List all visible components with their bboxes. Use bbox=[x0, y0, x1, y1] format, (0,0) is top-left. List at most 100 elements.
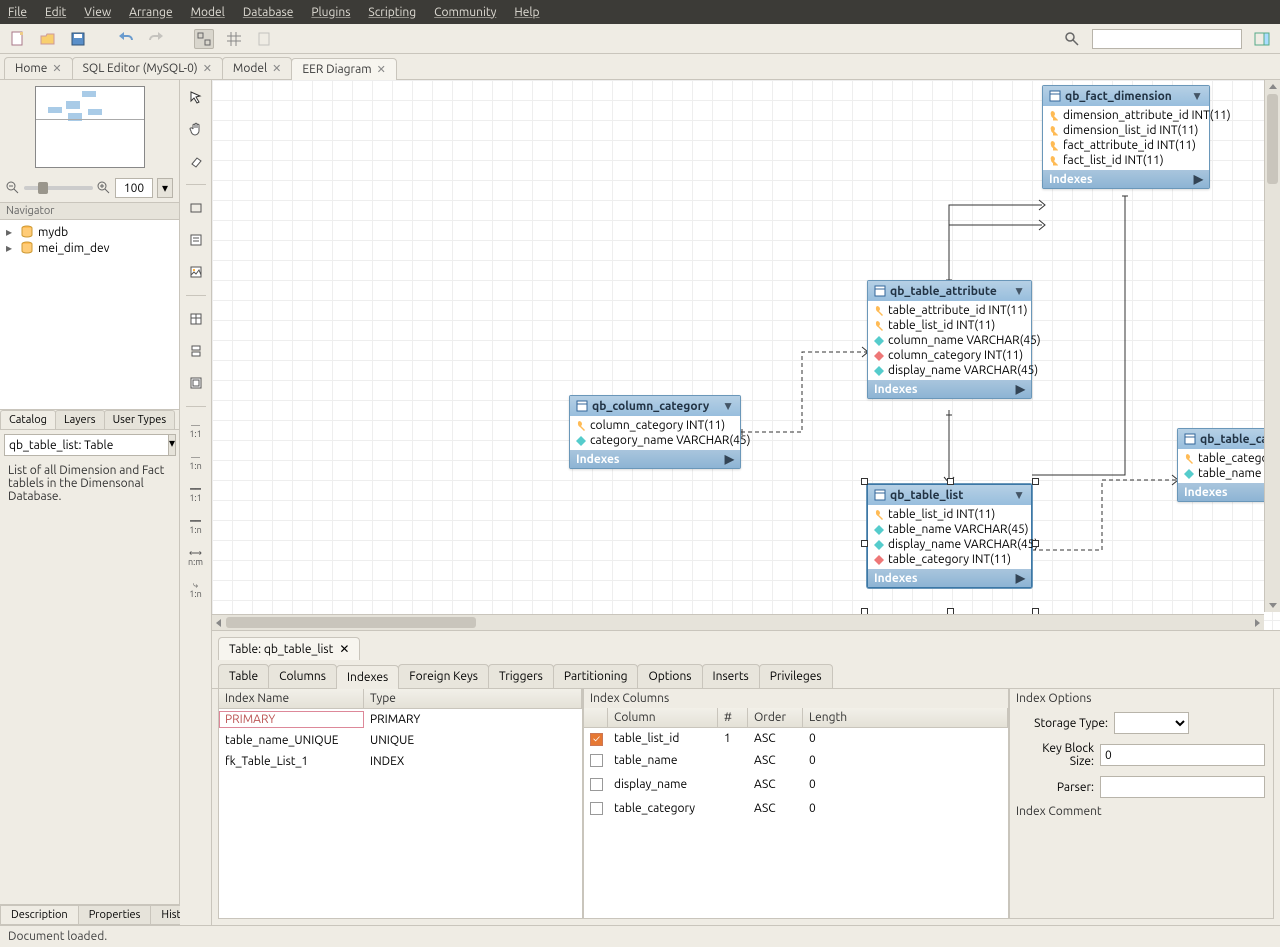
pointer-tool-icon[interactable] bbox=[185, 86, 207, 108]
entity-qb-table-attribute[interactable]: qb_table_attribute▼ table_attribute_id I… bbox=[867, 280, 1032, 399]
storage-type-select[interactable] bbox=[1114, 712, 1189, 734]
navigator-preview[interactable] bbox=[0, 80, 179, 174]
left-sidebar: ▾ Navigator ▸mydb ▸mei_dim_dev Catalog L… bbox=[0, 80, 180, 925]
tree-node-mei-dim-dev[interactable]: ▸mei_dim_dev bbox=[6, 240, 173, 256]
menu-file[interactable]: File bbox=[8, 6, 27, 19]
subtab-indexes[interactable]: Indexes bbox=[336, 665, 399, 689]
close-icon[interactable]: ✕ bbox=[377, 63, 386, 76]
side-tab-description[interactable]: Description bbox=[0, 905, 79, 925]
chevron-down-icon[interactable]: ▾ bbox=[169, 434, 176, 456]
undo-icon[interactable] bbox=[116, 29, 136, 49]
sidebar-toggle-icon[interactable] bbox=[1252, 29, 1272, 49]
new-file-icon[interactable] bbox=[8, 29, 28, 49]
tab-sql-editor[interactable]: SQL Editor (MySQL-0)✕ bbox=[72, 57, 223, 79]
zoom-in-icon[interactable] bbox=[97, 181, 111, 195]
close-icon[interactable]: ✕ bbox=[339, 642, 349, 656]
close-icon[interactable]: ✕ bbox=[272, 62, 281, 75]
entity-qb-column-category[interactable]: qb_column_category▼ column_category INT(… bbox=[569, 395, 741, 469]
eraser-tool-icon[interactable] bbox=[185, 150, 207, 172]
grid-icon[interactable] bbox=[224, 29, 244, 49]
subtab-columns[interactable]: Columns bbox=[268, 664, 337, 688]
search-input[interactable] bbox=[1092, 29, 1242, 49]
menu-plugins[interactable]: Plugins bbox=[311, 6, 350, 19]
menu-help[interactable]: Help bbox=[514, 6, 539, 19]
index-column-row[interactable]: table_categoryASC0 bbox=[584, 798, 1008, 822]
rel-1-1-id-icon[interactable]: ━━1:1 bbox=[185, 483, 207, 505]
redo-icon[interactable] bbox=[146, 29, 166, 49]
storage-type-label: Storage Type: bbox=[1018, 717, 1108, 730]
indexes-grid[interactable]: Index Name Type PRIMARYPRIMARY table_nam… bbox=[218, 689, 583, 919]
subtab-triggers[interactable]: Triggers bbox=[488, 664, 554, 688]
menu-arrange[interactable]: Arrange bbox=[129, 6, 172, 19]
parser-input[interactable] bbox=[1100, 776, 1265, 798]
page-icon[interactable] bbox=[254, 29, 274, 49]
index-row[interactable]: table_name_UNIQUEUNIQUE bbox=[219, 730, 582, 751]
index-column-row[interactable]: table_list_id1ASC0 bbox=[584, 728, 1008, 750]
zoom-out-icon[interactable] bbox=[6, 181, 20, 195]
rel-n-m-icon[interactable]: ⟷n:m bbox=[185, 547, 207, 569]
rel-1-n-non-id-icon[interactable]: ⎯⎯1:n bbox=[185, 451, 207, 473]
routine-tool-icon[interactable] bbox=[185, 372, 207, 394]
object-description: List of all Dimension and Fact tablels i… bbox=[0, 460, 179, 904]
statusbar: Document loaded. bbox=[0, 925, 1280, 947]
schema-tree[interactable]: ▸mydb ▸mei_dim_dev bbox=[0, 220, 179, 410]
side-tab-layers[interactable]: Layers bbox=[55, 410, 105, 429]
main-tab-bar: Home✕ SQL Editor (MySQL-0)✕ Model✕ EER D… bbox=[0, 54, 1280, 80]
menu-edit[interactable]: Edit bbox=[45, 6, 66, 19]
subtab-foreign-keys[interactable]: Foreign Keys bbox=[398, 664, 489, 688]
subtab-table[interactable]: Table bbox=[218, 664, 269, 688]
menu-model[interactable]: Model bbox=[191, 6, 225, 19]
subtab-inserts[interactable]: Inserts bbox=[702, 664, 760, 688]
table-tool-icon[interactable] bbox=[185, 308, 207, 330]
navigator-label: Navigator bbox=[0, 202, 179, 220]
index-columns-grid[interactable]: Index Columns Column # Order Length tabl… bbox=[583, 689, 1009, 919]
menu-community[interactable]: Community bbox=[434, 6, 496, 19]
menu-database[interactable]: Database bbox=[243, 6, 294, 19]
chevron-down-icon[interactable]: ▾ bbox=[157, 178, 173, 198]
menu-scripting[interactable]: Scripting bbox=[368, 6, 416, 19]
open-file-icon[interactable] bbox=[38, 29, 58, 49]
tab-home[interactable]: Home✕ bbox=[4, 57, 73, 79]
index-row[interactable]: fk_Table_List_1INDEX bbox=[219, 751, 582, 772]
close-icon[interactable]: ✕ bbox=[52, 62, 61, 75]
grid-align-icon[interactable] bbox=[194, 29, 214, 49]
checkbox-icon[interactable] bbox=[590, 802, 603, 815]
image-tool-icon[interactable] bbox=[185, 261, 207, 283]
side-tab-properties[interactable]: Properties bbox=[78, 905, 152, 925]
tree-node-mydb[interactable]: ▸mydb bbox=[6, 224, 173, 240]
index-column-row[interactable]: display_nameASC0 bbox=[584, 774, 1008, 798]
rel-place-icon[interactable]: ⤷1:n bbox=[185, 579, 207, 601]
toolbar bbox=[0, 24, 1280, 54]
checkbox-icon[interactable] bbox=[590, 754, 603, 767]
subtab-options[interactable]: Options bbox=[637, 664, 702, 688]
index-column-row[interactable]: table_nameASC0 bbox=[584, 750, 1008, 774]
tab-model[interactable]: Model✕ bbox=[222, 57, 292, 79]
save-icon[interactable] bbox=[68, 29, 88, 49]
canvas-scrollbar-horizontal[interactable] bbox=[212, 614, 1264, 630]
subtab-privileges[interactable]: Privileges bbox=[759, 664, 833, 688]
checkbox-icon[interactable] bbox=[590, 733, 603, 746]
view-tool-icon[interactable] bbox=[185, 340, 207, 362]
zoom-input[interactable] bbox=[115, 178, 153, 198]
hand-tool-icon[interactable] bbox=[185, 118, 207, 140]
side-tab-catalog[interactable]: Catalog bbox=[0, 410, 56, 429]
rel-1-n-id-icon[interactable]: ━━1:n bbox=[185, 515, 207, 537]
index-row[interactable]: PRIMARYPRIMARY bbox=[219, 709, 582, 730]
key-block-size-input[interactable] bbox=[1100, 744, 1265, 766]
close-icon[interactable]: ✕ bbox=[203, 62, 212, 75]
entity-qb-fact-dimension[interactable]: qb_fact_dimension▼ dimension_attribute_i… bbox=[1042, 85, 1210, 189]
rel-1-1-non-id-icon[interactable]: ⎯⎯1:1 bbox=[185, 419, 207, 441]
canvas-scrollbar-vertical[interactable] bbox=[1264, 80, 1280, 612]
subtab-partitioning[interactable]: Partitioning bbox=[553, 664, 639, 688]
eer-canvas[interactable]: qb_fact_dimension▼ dimension_attribute_i… bbox=[212, 80, 1280, 630]
checkbox-icon[interactable] bbox=[590, 778, 603, 791]
zoom-slider[interactable] bbox=[24, 186, 93, 190]
side-tab-user-types[interactable]: User Types bbox=[104, 410, 176, 429]
note-tool-icon[interactable] bbox=[185, 229, 207, 251]
object-selector[interactable]: ▾ bbox=[4, 434, 175, 456]
tab-eer-diagram[interactable]: EER Diagram✕ bbox=[291, 58, 396, 80]
entity-qb-table-list[interactable]: qb_table_list▼ table_list_id INT(11) tab… bbox=[867, 484, 1032, 588]
menu-view[interactable]: View bbox=[84, 6, 111, 19]
bottom-tab-table[interactable]: Table: qb_table_list✕ bbox=[218, 637, 360, 660]
layer-tool-icon[interactable] bbox=[185, 197, 207, 219]
